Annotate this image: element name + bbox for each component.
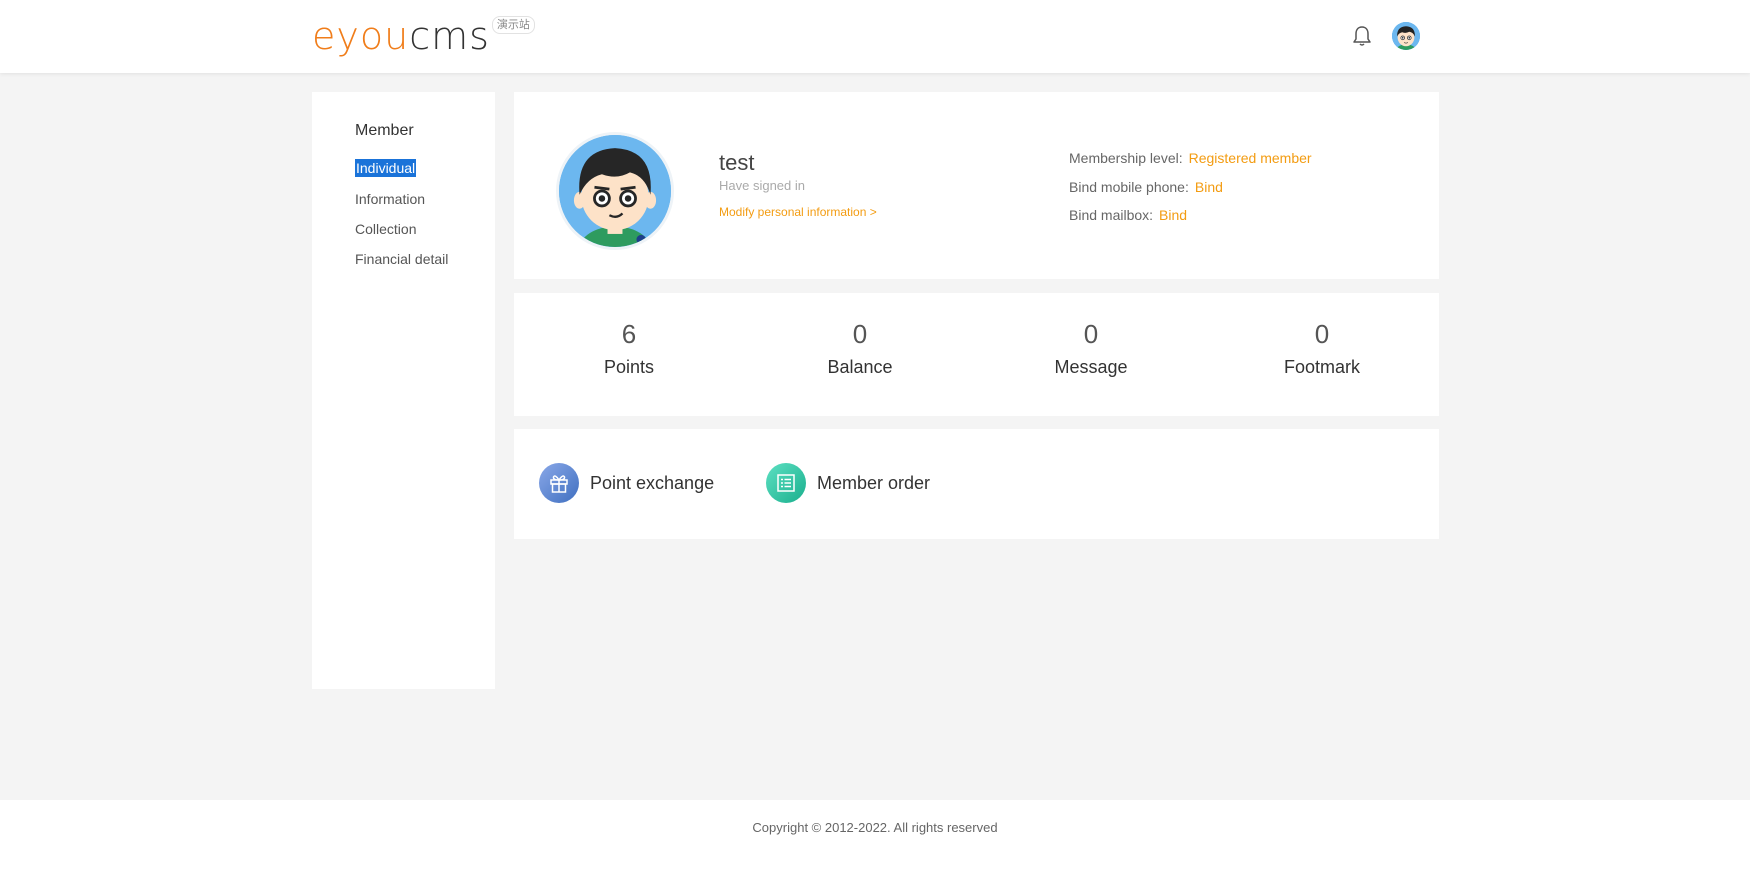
- stat-footmark[interactable]: 0 Footmark: [1242, 319, 1402, 378]
- stat-points[interactable]: 6 Points: [549, 319, 709, 378]
- logo-text: eyoucms: [312, 16, 490, 56]
- stat-value: 0: [1083, 319, 1099, 349]
- sidebar-title: Member: [355, 122, 414, 139]
- list-icon: [766, 463, 806, 503]
- member-order-button[interactable]: Member order: [766, 463, 930, 503]
- stat-label: Balance: [827, 357, 893, 377]
- stat-value: 6: [621, 319, 637, 349]
- bind-mobile-label: Bind mobile phone:: [1069, 179, 1189, 195]
- sidebar-item-individual[interactable]: Individual: [355, 159, 417, 177]
- user-avatar[interactable]: [1392, 22, 1420, 50]
- bind-mailbox-link[interactable]: Bind: [1159, 207, 1187, 223]
- stat-balance[interactable]: 0 Balance: [780, 319, 940, 378]
- point-exchange-button[interactable]: Point exchange: [539, 463, 714, 503]
- bind-mobile-link[interactable]: Bind: [1195, 179, 1223, 195]
- stat-value: 0: [1314, 319, 1330, 349]
- stat-label: Footmark: [1283, 357, 1361, 377]
- member-sidebar: Member Individual Information Collection…: [312, 92, 495, 689]
- stat-label: Message: [1054, 357, 1128, 377]
- point-exchange-label: Point exchange: [590, 472, 715, 493]
- stat-value: 0: [852, 319, 868, 349]
- member-order-label: Member order: [817, 472, 931, 493]
- bind-mailbox-row: Bind mailbox: Bind: [1069, 207, 1187, 223]
- gift-icon: [539, 463, 579, 503]
- sidebar-item-financial-detail[interactable]: Financial detail: [355, 250, 448, 268]
- copyright-text: Copyright © 2012-2022. All rights reserv…: [752, 820, 998, 835]
- logo-part-2: cms: [409, 14, 490, 58]
- profile-avatar[interactable]: [556, 132, 674, 250]
- bell-icon[interactable]: [1352, 25, 1372, 47]
- stat-label: Points: [603, 357, 655, 377]
- sidebar-item-collection[interactable]: Collection: [355, 220, 416, 238]
- bind-mobile-row: Bind mobile phone: Bind: [1069, 179, 1223, 195]
- sidebar-item-information[interactable]: Information: [355, 190, 425, 208]
- membership-level-value[interactable]: Registered member: [1189, 150, 1312, 166]
- modify-info-link[interactable]: Modify personal information >: [719, 205, 877, 219]
- site-logo[interactable]: eyoucms 演示站: [312, 16, 535, 56]
- quick-actions-card: Point exchange Member order: [514, 429, 1439, 539]
- stat-message[interactable]: 0 Message: [1011, 319, 1171, 378]
- username: test: [719, 150, 755, 175]
- membership-level-label: Membership level:: [1069, 150, 1183, 166]
- page-footer: Copyright © 2012-2022. All rights reserv…: [0, 800, 1750, 878]
- logo-part-1: eyou: [312, 14, 410, 58]
- demo-site-badge: 演示站: [491, 16, 535, 34]
- membership-level-row: Membership level: Registered member: [1069, 150, 1312, 166]
- stats-card: 6 Points 0 Balance 0 Message 0 Footmark: [514, 293, 1439, 416]
- top-header: eyoucms 演示站: [0, 0, 1750, 73]
- sign-in-status: Have signed in: [719, 178, 805, 193]
- bind-mailbox-label: Bind mailbox:: [1069, 207, 1154, 223]
- profile-card: test Have signed in Modify personal info…: [514, 92, 1439, 279]
